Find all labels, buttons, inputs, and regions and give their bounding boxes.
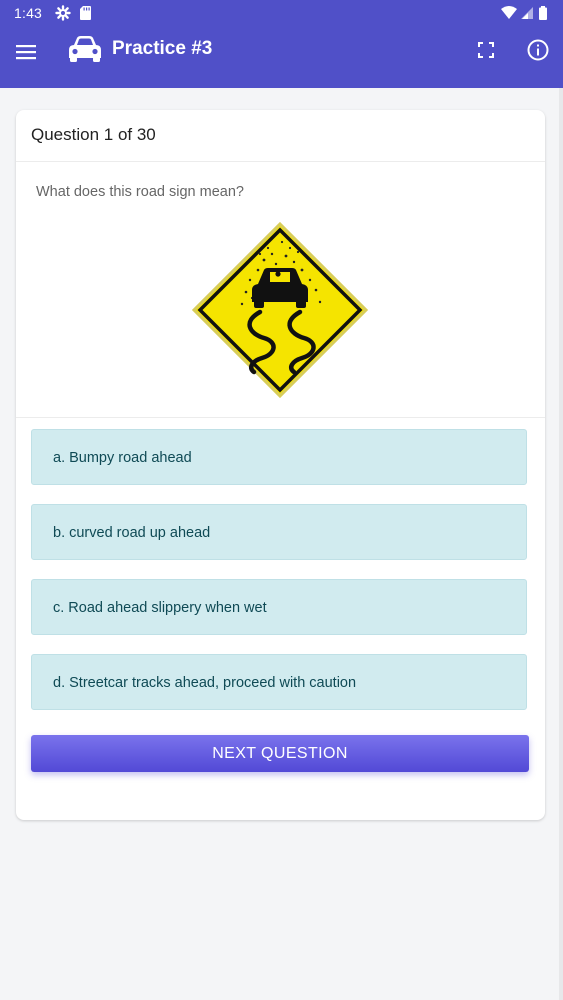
battery-icon [539, 6, 547, 20]
scroll-edge [559, 88, 563, 1000]
signal-icon [521, 7, 533, 19]
app-bar: Practice #3 [0, 26, 563, 88]
question-header: Question 1 of 30 [16, 110, 545, 162]
next-question-button[interactable]: NEXT QUESTION [31, 735, 529, 772]
answer-option-a[interactable]: a. Bumpy road ahead [31, 429, 527, 485]
menu-icon [16, 45, 36, 60]
answer-option-d[interactable]: d. Streetcar tracks ahead, proceed with … [31, 654, 527, 710]
question-card: Question 1 of 30 What does this road sig… [16, 110, 545, 820]
menu-button[interactable] [10, 36, 42, 68]
status-bar: 1:43 [0, 0, 563, 26]
answer-option-c[interactable]: c. Road ahead slippery when wet [31, 579, 527, 635]
wifi-icon [501, 6, 517, 19]
sd-card-icon [80, 6, 91, 20]
info-icon [527, 39, 549, 61]
answer-option-b[interactable]: b. curved road up ahead [31, 504, 527, 560]
section-divider [16, 417, 545, 418]
fullscreen-icon [478, 42, 494, 58]
question-prompt: What does this road sign mean? [36, 184, 244, 200]
fullscreen-button[interactable] [470, 34, 502, 66]
slippery-road-sign-icon [191, 221, 369, 399]
question-count: Question 1 of 30 [31, 125, 156, 144]
page-title: Practice #3 [112, 38, 213, 59]
status-time: 1:43 [14, 5, 43, 21]
info-button[interactable] [522, 34, 554, 66]
car-icon [69, 36, 101, 62]
gear-icon [55, 5, 71, 21]
